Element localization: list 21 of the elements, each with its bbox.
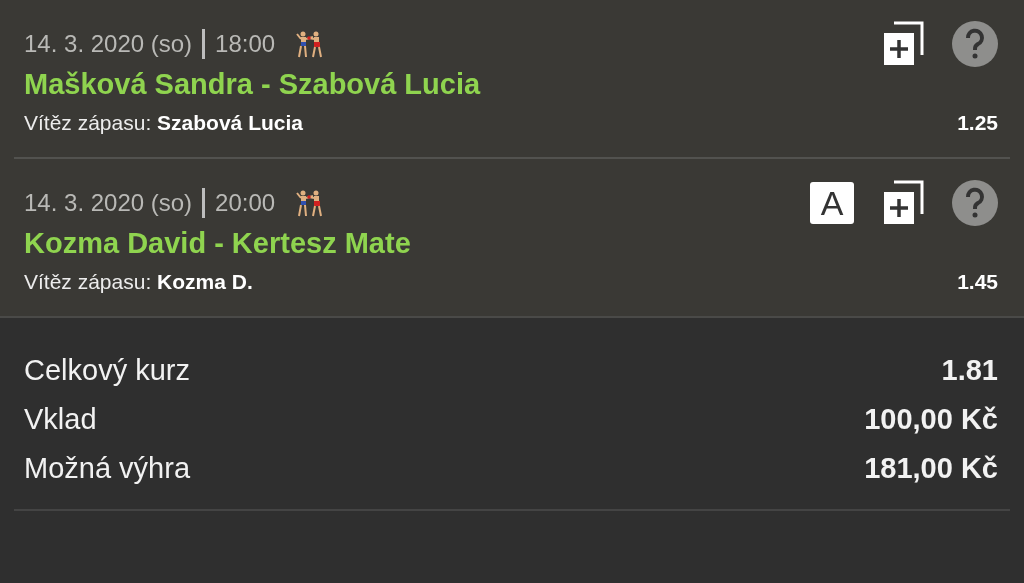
summary-label: Možná výhra <box>24 452 190 485</box>
add-to-ticket-icon[interactable] <box>882 180 924 226</box>
summary-value: 1.81 <box>941 354 998 387</box>
match-time: 18:00 <box>215 30 276 58</box>
bet-selection: Vítěz zápasu: Kozma D. <box>24 270 253 294</box>
summary-value: 181,00 Kč <box>864 452 998 485</box>
odds-value: 1.25 <box>957 111 998 135</box>
help-icon[interactable] <box>952 21 998 67</box>
add-to-ticket-icon[interactable] <box>882 21 924 67</box>
summary-label: Vklad <box>24 403 97 436</box>
odds-value: 1.45 <box>957 270 998 294</box>
match-title[interactable]: Kozma David - Kertesz Mate <box>24 227 998 260</box>
live-badge: A <box>810 182 854 224</box>
summary-value: 100,00 Kč <box>864 403 998 436</box>
bet-selection: Vítěz zápasu: Szabová Lucia <box>24 111 303 135</box>
help-icon[interactable] <box>952 180 998 226</box>
match-title[interactable]: Mašková Sandra - Szabová Lucia <box>24 68 998 101</box>
match-date: 14. 3. 2020 (so) <box>24 189 193 217</box>
match-date: 14. 3. 2020 (so) <box>24 30 193 58</box>
summary-label: Celkový kurz <box>24 354 190 387</box>
match-time: 20:00 <box>215 189 276 217</box>
